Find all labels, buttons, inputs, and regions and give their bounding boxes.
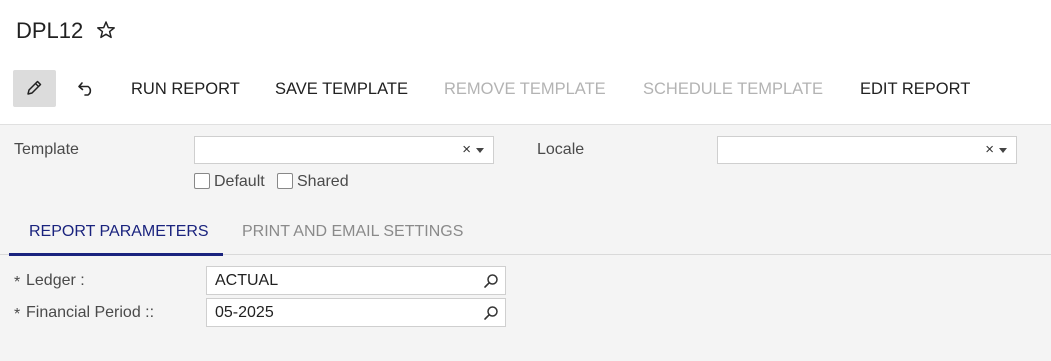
- search-icon[interactable]: [483, 273, 499, 289]
- financial-period-value: 05-2025: [215, 304, 274, 321]
- ledger-label: Ledger :: [26, 272, 85, 289]
- default-checkbox[interactable]: Default: [194, 173, 265, 193]
- undo-button[interactable]: [72, 70, 102, 108]
- search-icon[interactable]: [483, 305, 499, 321]
- default-checkbox-label: Default: [214, 173, 265, 190]
- locale-label: Locale: [537, 141, 585, 158]
- shared-checkbox-label: Shared: [297, 173, 349, 190]
- run-report-button[interactable]: RUN REPORT: [131, 70, 240, 108]
- page-header: DPL12 RUN REPORT SAVE TEMPLATE REMOVE TE…: [0, 0, 1051, 124]
- tab-bar: REPORT PARAMETERS PRINT AND EMAIL SETTIN…: [0, 209, 1051, 255]
- financial-period-field[interactable]: 05-2025: [206, 298, 506, 327]
- ledger-field[interactable]: ACTUAL: [206, 266, 506, 295]
- page-title: DPL12: [16, 18, 84, 43]
- chevron-down-icon[interactable]: [999, 148, 1007, 153]
- tab-print-and-email-settings[interactable]: PRINT AND EMAIL SETTINGS: [242, 223, 463, 241]
- save-template-button[interactable]: SAVE TEMPLATE: [275, 70, 408, 108]
- pencil-icon: [27, 80, 42, 95]
- remove-template-button[interactable]: REMOVE TEMPLATE: [444, 70, 606, 108]
- financial-period-label: Financial Period ::: [26, 304, 155, 321]
- template-select[interactable]: ×: [194, 136, 494, 164]
- toolbar: RUN REPORT SAVE TEMPLATE REMOVE TEMPLATE…: [0, 70, 1051, 108]
- active-tab-indicator: [9, 253, 223, 256]
- star-icon[interactable]: [96, 20, 116, 40]
- schedule-template-button[interactable]: SCHEDULE TEMPLATE: [643, 70, 823, 108]
- shared-checkbox[interactable]: Shared: [277, 173, 349, 193]
- template-label: Template: [14, 141, 79, 158]
- ledger-value: ACTUAL: [215, 272, 279, 289]
- edit-button[interactable]: [13, 70, 56, 107]
- locale-select[interactable]: ×: [717, 136, 1017, 164]
- edit-report-button[interactable]: EDIT REPORT: [860, 70, 970, 108]
- required-marker: *: [14, 306, 21, 323]
- clear-icon[interactable]: ×: [985, 141, 994, 158]
- tab-report-parameters[interactable]: REPORT PARAMETERS: [29, 223, 209, 241]
- checkbox-box[interactable]: [194, 173, 210, 189]
- required-marker: *: [14, 274, 21, 291]
- undo-icon: [78, 82, 92, 96]
- clear-icon[interactable]: ×: [462, 141, 471, 158]
- report-form: Template × Locale × Default Shared REPOR…: [0, 124, 1051, 361]
- checkbox-box[interactable]: [277, 173, 293, 189]
- chevron-down-icon[interactable]: [476, 148, 484, 153]
